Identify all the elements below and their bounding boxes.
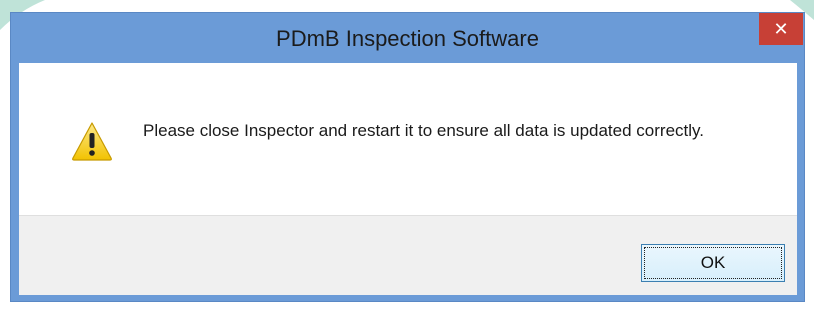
- warning-icon: [72, 122, 112, 161]
- dialog-message: Please close Inspector and restart it to…: [143, 121, 704, 140]
- close-icon: ✕: [773, 18, 789, 39]
- message-area: Please close Inspector and restart it to…: [19, 63, 797, 215]
- title-bar: PDmB Inspection Software ✕: [11, 13, 804, 63]
- ok-button[interactable]: OK: [641, 244, 785, 282]
- button-bar: OK: [19, 215, 797, 295]
- close-button[interactable]: ✕: [759, 13, 803, 45]
- message-dialog: PDmB Inspection Software ✕ Please close …: [10, 12, 805, 302]
- dialog-title: PDmB Inspection Software: [276, 26, 539, 51]
- dialog-body: Please close Inspector and restart it to…: [19, 63, 797, 295]
